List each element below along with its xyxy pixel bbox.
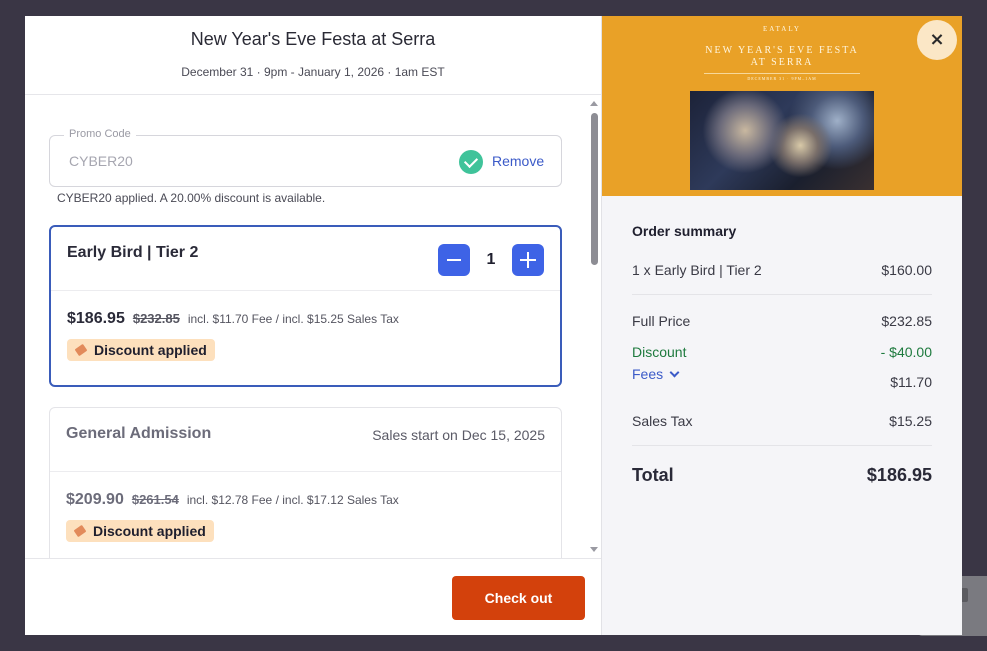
ticket-old-price: $261.54	[131, 492, 179, 507]
promo-note: CYBER20 applied. A 20.00% discount is av…	[57, 191, 326, 205]
scroll-down-icon[interactable]	[590, 547, 598, 552]
promo-code-field[interactable]: Promo Code CYBER20 Remove	[49, 128, 562, 187]
banner-title-line1: NEW YEAR'S EVE FESTA	[705, 45, 859, 56]
ticket-fee-note: incl. $12.78 Fee / incl. $17.12 Sales Ta…	[186, 493, 399, 507]
banner-photo	[690, 91, 874, 190]
ticket-fee-note: incl. $11.70 Fee / incl. $15.25 Sales Ta…	[187, 312, 399, 326]
scrollbar-thumb[interactable]	[591, 113, 598, 265]
summary-fees: Fees $11.70	[632, 366, 932, 406]
decrease-quantity-button[interactable]	[438, 244, 470, 276]
event-banner-image: EATALY NEW YEAR'S EVE FESTA AT SERRA DEC…	[602, 16, 962, 196]
fees-toggle[interactable]: Fees	[632, 366, 680, 382]
banner-title-line2: AT SERRA	[750, 57, 814, 68]
ticket-price: $186.95	[67, 310, 125, 327]
sales-tax-value: $15.25	[889, 413, 932, 429]
check-circle-icon	[459, 150, 483, 174]
sales-tax-label: Sales Tax	[632, 413, 693, 429]
checkout-button[interactable]: Check out	[452, 576, 585, 620]
chevron-down-icon[interactable]	[669, 367, 680, 378]
summary-sales-tax: Sales Tax $15.25	[632, 413, 932, 446]
order-summary-heading: Order summary	[632, 223, 737, 239]
ticket-panel: New Year's Eve Festa at Serra December 3…	[25, 16, 602, 635]
modal-footer: Check out	[25, 558, 601, 635]
quantity-stepper: 1	[438, 244, 544, 276]
fees-label[interactable]: Fees	[632, 366, 663, 382]
remove-promo-button[interactable]: Remove	[492, 153, 544, 169]
discount-label: Discount	[632, 344, 687, 360]
sales-start-note: Sales start on Dec 15, 2025	[372, 427, 545, 443]
scroll-up-icon[interactable]	[590, 101, 598, 106]
banner-title: NEW YEAR'S EVE FESTA AT SERRA	[602, 45, 962, 69]
tag-icon	[74, 343, 88, 357]
total-label: Total	[632, 465, 674, 485]
full-price-label: Full Price	[632, 313, 691, 329]
summary-full-price: Full Price $232.85	[632, 313, 932, 329]
ticket-old-price: $232.85	[132, 311, 180, 326]
event-dates: December 31 · 9pm - January 1, 2026 · 1a…	[181, 65, 445, 79]
increase-quantity-button[interactable]	[512, 244, 544, 276]
quantity-value: 1	[486, 251, 496, 268]
order-summary-panel: EATALY NEW YEAR'S EVE FESTA AT SERRA DEC…	[602, 16, 962, 635]
discount-badge: Discount applied	[66, 520, 214, 542]
full-price-value: $232.85	[881, 313, 932, 329]
order-summary: Order summary 1 x Early Bird | Tier 2 $1…	[602, 196, 962, 486]
fees-value: $11.70	[890, 374, 932, 390]
discount-value: - $40.00	[880, 344, 932, 360]
event-header: New Year's Eve Festa at Serra December 3…	[25, 16, 601, 95]
close-icon[interactable]: ×	[917, 20, 957, 60]
promo-code-label: Promo Code	[64, 128, 136, 140]
ticket-price: $209.90	[66, 491, 124, 508]
summary-total: Total $186.95	[632, 465, 932, 486]
ticket-card-general-admission: General Admission Sales start on Dec 15,…	[49, 407, 562, 558]
tag-icon	[73, 524, 87, 538]
summary-line-item: 1 x Early Bird | Tier 2 $160.00	[632, 262, 932, 295]
banner-brand: EATALY	[763, 25, 801, 33]
promo-code-value[interactable]: CYBER20	[69, 153, 133, 169]
ticket-scroll-area[interactable]: Promo Code CYBER20 Remove CYBER20 applie…	[25, 95, 601, 558]
banner-divider	[704, 73, 860, 74]
banner-date: DECEMBER 31 · 9PM–1AM	[747, 76, 817, 81]
total-value: $186.95	[866, 465, 932, 485]
ticket-card-early-bird[interactable]: Early Bird | Tier 2 1 $186.95 $232.85 in…	[49, 225, 562, 387]
event-title: New Year's Eve Festa at Serra	[190, 29, 436, 49]
line-item-value: $160.00	[881, 262, 932, 278]
discount-badge-label: Discount applied	[94, 342, 207, 358]
line-item-label: 1 x Early Bird | Tier 2	[632, 262, 762, 278]
discount-badge: Discount applied	[67, 339, 215, 361]
scrollbar[interactable]	[589, 99, 599, 554]
checkout-modal: New Year's Eve Festa at Serra December 3…	[25, 16, 962, 635]
discount-badge-label: Discount applied	[93, 523, 206, 539]
summary-discount: Discount - $40.00	[632, 344, 932, 360]
